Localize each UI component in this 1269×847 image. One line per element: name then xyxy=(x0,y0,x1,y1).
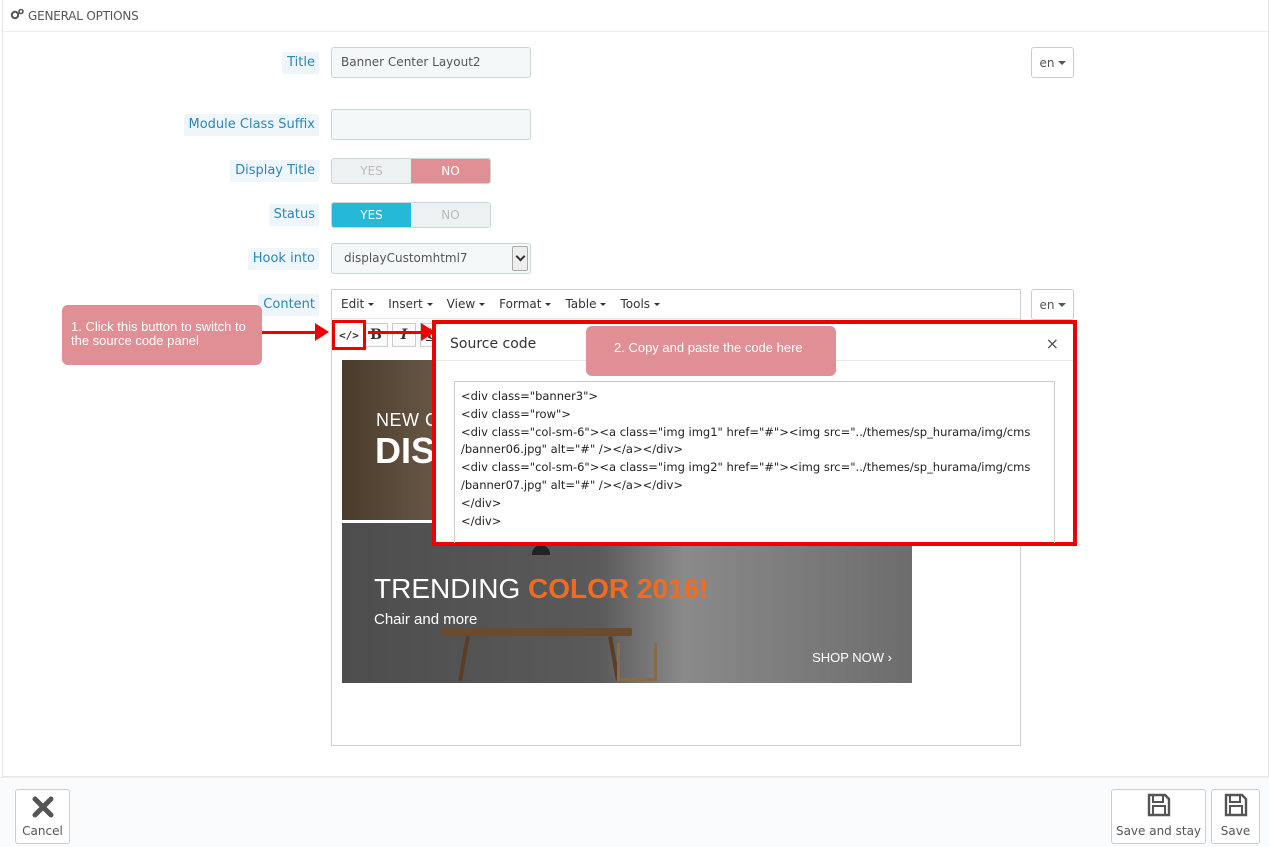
callout-step-2: 2. Copy and paste the code here xyxy=(586,326,836,376)
source-code-textarea[interactable]: <div class="banner3"> <div class="row"> … xyxy=(454,381,1055,543)
banner2-title: TRENDING COLOR 2016! xyxy=(374,573,709,604)
hook-into-select[interactable]: displayCustomhtml7 xyxy=(331,243,531,274)
shop-now-link[interactable]: SHOP NOW › xyxy=(812,650,892,665)
caret-down-icon xyxy=(654,302,661,306)
hook-into-label: Hook into xyxy=(247,248,319,270)
bold-button[interactable]: B xyxy=(364,323,388,347)
source-code-button[interactable]: </> xyxy=(332,320,366,350)
title-label: Title xyxy=(282,52,319,74)
save-and-stay-button[interactable]: Save and stay xyxy=(1111,789,1206,844)
form-footer: Cancel Save and stay Save xyxy=(0,777,1269,847)
banner1-line2: DIS xyxy=(375,430,436,471)
display-title-label: Display Title xyxy=(230,160,319,182)
arrow-right-icon xyxy=(368,323,435,341)
display-title-yes[interactable]: YES xyxy=(332,159,411,183)
title-language-dropdown[interactable]: en xyxy=(1031,47,1074,78)
select-arrow-icon xyxy=(512,246,528,271)
cogs-icon xyxy=(10,8,24,23)
close-icon xyxy=(32,796,53,818)
panel-heading: General Options xyxy=(3,0,1268,32)
callout-step-1: 1. Click this button to switch to the so… xyxy=(62,305,262,365)
table-leg xyxy=(458,635,470,682)
module-class-suffix-label: Module Class Suffix xyxy=(183,114,319,136)
floppy-disk-icon xyxy=(1224,793,1247,817)
banner2-subtitle: Chair and more xyxy=(374,611,478,628)
cancel-label: Cancel xyxy=(22,824,63,838)
save-and-stay-label: Save and stay xyxy=(1115,824,1202,838)
menu-tools[interactable]: Tools xyxy=(620,297,661,311)
menu-view[interactable]: View xyxy=(447,297,486,311)
status-yes[interactable]: YES xyxy=(332,203,411,227)
language-code: en xyxy=(1039,55,1055,70)
banner-image-2: TRENDING COLOR 2016! Chair and more SHOP… xyxy=(342,523,912,683)
caret-down-icon xyxy=(368,302,375,306)
status-switch[interactable]: YES NO xyxy=(331,202,491,228)
panel-title: General Options xyxy=(28,8,139,23)
caret-down-icon xyxy=(426,302,433,306)
status-no[interactable]: NO xyxy=(411,203,490,227)
menu-table[interactable]: Table xyxy=(565,297,607,311)
italic-button[interactable]: I xyxy=(392,323,416,347)
hook-into-value: displayCustomhtml7 xyxy=(344,251,468,265)
floppy-disk-icon xyxy=(1147,793,1170,817)
menu-insert[interactable]: Insert xyxy=(388,297,433,311)
module-class-suffix-input[interactable] xyxy=(331,109,531,140)
language-code: en xyxy=(1039,297,1055,312)
cancel-button[interactable]: Cancel xyxy=(15,789,70,844)
caret-down-icon xyxy=(479,302,486,306)
chair-shape xyxy=(617,643,657,681)
table-shape xyxy=(442,628,632,636)
arrow-right-icon xyxy=(262,323,329,341)
close-icon[interactable]: × xyxy=(1046,334,1059,353)
caret-down-icon xyxy=(545,302,552,306)
caret-down-icon xyxy=(600,302,607,306)
save-button[interactable]: Save xyxy=(1211,789,1260,844)
title-input[interactable]: Banner Center Layout2 xyxy=(331,47,531,78)
display-title-switch[interactable]: YES NO xyxy=(331,158,491,184)
caret-down-icon xyxy=(1057,60,1066,65)
editor-menubar: Edit Insert View Format Table Tools xyxy=(332,290,1020,319)
dialog-title: Source code xyxy=(450,336,537,352)
lamp-icon xyxy=(532,545,550,555)
caret-down-icon xyxy=(1057,302,1066,307)
status-label: Status xyxy=(268,204,319,226)
content-language-dropdown[interactable]: en xyxy=(1031,289,1074,320)
save-label: Save xyxy=(1220,824,1251,838)
content-label: Content xyxy=(258,294,319,316)
menu-format[interactable]: Format xyxy=(499,297,552,311)
display-title-no[interactable]: NO xyxy=(411,159,490,183)
menu-edit[interactable]: Edit xyxy=(341,297,375,311)
